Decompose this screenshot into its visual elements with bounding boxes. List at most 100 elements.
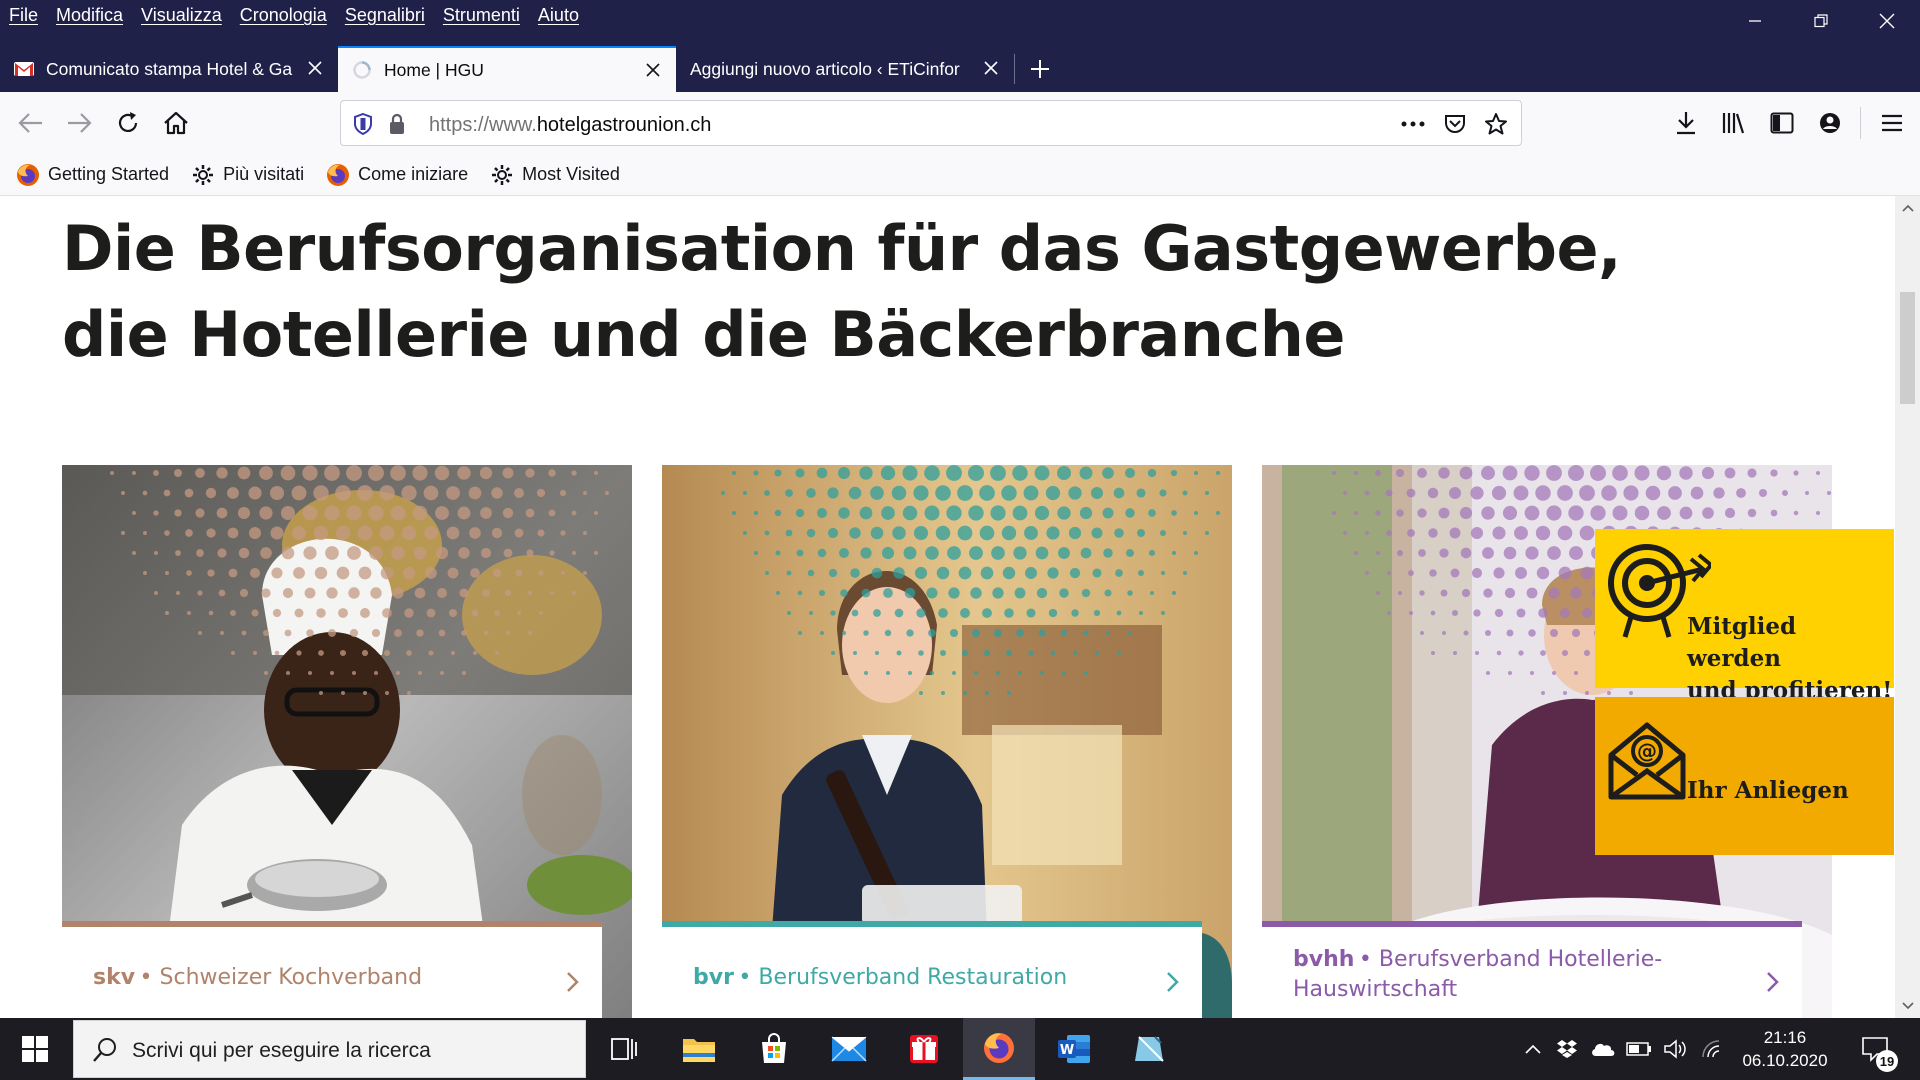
show-hidden-icons-button[interactable] bbox=[1518, 1018, 1548, 1080]
back-button[interactable] bbox=[14, 107, 46, 139]
tray-volume[interactable] bbox=[1660, 1018, 1690, 1080]
card-separator: • bbox=[1358, 947, 1379, 972]
taskbar-search-box[interactable]: Scrivi qui per eseguire la ricerca bbox=[73, 1020, 586, 1078]
menu-view[interactable]: Visualizza bbox=[141, 5, 222, 26]
tray-network[interactable] bbox=[1696, 1018, 1726, 1080]
menu-tools[interactable]: Strumenti bbox=[443, 5, 520, 26]
card-name: Berufsverband Restauration bbox=[758, 965, 1068, 990]
tracking-shield-icon[interactable] bbox=[351, 112, 375, 136]
card-abbr: bvhh bbox=[1293, 947, 1355, 972]
chevron-right-icon bbox=[1767, 972, 1779, 992]
taskbar-mail[interactable] bbox=[813, 1018, 885, 1080]
gear-icon bbox=[490, 163, 514, 187]
close-tab-button[interactable] bbox=[980, 57, 1002, 79]
dropbox-icon bbox=[1557, 1040, 1577, 1058]
bookmark-most-visited[interactable]: Most Visited bbox=[490, 163, 620, 187]
menu-edit[interactable]: Modifica bbox=[56, 5, 123, 26]
cta-member-line-1: Mitglied werden bbox=[1687, 613, 1797, 672]
contact-button[interactable]: @ Ihr Anliegen bbox=[1595, 697, 1894, 855]
action-center-button[interactable]: 19 bbox=[1850, 1018, 1900, 1080]
speaker-icon bbox=[1664, 1039, 1686, 1059]
gmail-icon bbox=[14, 59, 34, 79]
card-separator: • bbox=[738, 965, 759, 990]
url-text[interactable]: https://www.hotelgastrounion.ch bbox=[429, 114, 711, 137]
lock-icon[interactable] bbox=[385, 112, 409, 136]
tab-hgu-home[interactable]: Home | HGU bbox=[338, 46, 676, 92]
email-at-icon: @ bbox=[1608, 722, 1686, 800]
tab-eticinfo[interactable]: Aggiungi nuovo articolo ‹ ETiCinfor bbox=[676, 46, 1014, 92]
task-view-button[interactable] bbox=[588, 1018, 660, 1080]
new-tab-button[interactable] bbox=[1015, 46, 1065, 92]
card-skv[interactable]: skv • Schweizer Kochverband bbox=[62, 465, 632, 1018]
reload-button[interactable] bbox=[112, 107, 144, 139]
account-icon bbox=[1820, 113, 1840, 133]
folder-icon bbox=[683, 1039, 715, 1062]
taskbar-firefox[interactable] bbox=[963, 1018, 1035, 1080]
taskbar-store[interactable] bbox=[738, 1018, 810, 1080]
bookmark-label: Most Visited bbox=[522, 164, 620, 184]
account-button[interactable] bbox=[1814, 107, 1846, 139]
sticky-notes-icon bbox=[1135, 1036, 1164, 1062]
tray-dropbox[interactable] bbox=[1552, 1018, 1582, 1080]
scrollbar-thumb[interactable] bbox=[1900, 292, 1915, 404]
arrow-right-icon bbox=[68, 113, 92, 133]
card-bvr[interactable]: bvr • Berufsverband Restauration bbox=[662, 465, 1232, 1018]
hamburger-menu-icon bbox=[1882, 114, 1902, 132]
bookmark-getting-started[interactable]: Getting Started bbox=[16, 163, 169, 187]
card-caption: skv • Schweizer Kochverband bbox=[62, 921, 602, 1018]
minimize-button[interactable] bbox=[1722, 0, 1788, 42]
bookmark-label: Più visitati bbox=[223, 164, 305, 184]
close-tab-button[interactable] bbox=[304, 57, 326, 79]
tray-onedrive[interactable] bbox=[1588, 1018, 1618, 1080]
bookmark-piu-visitati[interactable]: Più visitati bbox=[191, 163, 304, 187]
start-button[interactable] bbox=[0, 1018, 70, 1080]
bookmark-star-icon[interactable] bbox=[1484, 112, 1508, 136]
tab-label: Aggiungi nuovo articolo ‹ ETiCinfor bbox=[690, 58, 960, 79]
tray-battery[interactable] bbox=[1624, 1018, 1654, 1080]
forward-button[interactable] bbox=[64, 107, 96, 139]
taskbar-search-placeholder: Scrivi qui per eseguire la ricerca bbox=[132, 1039, 431, 1062]
taskbar-file-explorer[interactable] bbox=[663, 1018, 735, 1080]
restore-button[interactable] bbox=[1788, 0, 1854, 42]
tab-strip: Comunicato stampa Hotel & Ga Home | HGU … bbox=[0, 46, 1065, 92]
vertical-scrollbar[interactable] bbox=[1895, 196, 1920, 1018]
taskbar-clock[interactable]: 21:16 06.10.2020 bbox=[1730, 1026, 1840, 1072]
headline-line-1: Die Berufsorganisation für das Gastgewer… bbox=[62, 212, 1622, 285]
toolbar-divider bbox=[1860, 107, 1861, 139]
close-window-button[interactable] bbox=[1854, 0, 1920, 42]
menu-file[interactable]: File bbox=[9, 5, 38, 26]
firefox-icon bbox=[16, 163, 40, 187]
close-tab-button[interactable] bbox=[642, 59, 664, 81]
gift-icon bbox=[910, 1035, 938, 1063]
menu-history[interactable]: Cronologia bbox=[240, 5, 327, 26]
menu-help[interactable]: Aiuto bbox=[538, 5, 579, 26]
library-button[interactable] bbox=[1718, 107, 1750, 139]
chevron-up-icon bbox=[1525, 1044, 1541, 1054]
home-icon bbox=[164, 111, 188, 135]
home-button[interactable] bbox=[160, 107, 192, 139]
taskbar-gift-app[interactable] bbox=[888, 1018, 960, 1080]
menu-bookmarks[interactable]: Segnalibri bbox=[345, 5, 425, 26]
page-viewport: Die Berufsorganisation für das Gastgewer… bbox=[0, 196, 1920, 1018]
downloads-button[interactable] bbox=[1670, 107, 1702, 139]
pocket-icon[interactable] bbox=[1443, 112, 1467, 136]
tab-gmail[interactable]: Comunicato stampa Hotel & Ga bbox=[0, 46, 338, 92]
gear-icon bbox=[191, 163, 215, 187]
page-headline: Die Berufsorganisation für das Gastgewer… bbox=[62, 206, 1622, 378]
taskbar-notes-app[interactable] bbox=[1113, 1018, 1185, 1080]
bookmark-come-iniziare[interactable]: Come iniziare bbox=[326, 163, 468, 187]
sidebar-button[interactable] bbox=[1766, 107, 1798, 139]
address-bar[interactable]: https://www.hotelgastrounion.ch bbox=[340, 100, 1522, 146]
card-name-line-1: Berufsverband Hotellerie- bbox=[1378, 947, 1663, 972]
task-view-icon bbox=[611, 1038, 637, 1060]
taskbar-word[interactable]: W bbox=[1038, 1018, 1110, 1080]
minimize-icon bbox=[1749, 20, 1761, 22]
scroll-up-arrow-icon[interactable] bbox=[1902, 204, 1914, 212]
sidebar-icon bbox=[1770, 112, 1794, 134]
app-menu-button[interactable] bbox=[1876, 107, 1908, 139]
scroll-down-arrow-icon[interactable] bbox=[1902, 1002, 1914, 1010]
url-domain: hotelgastrounion.ch bbox=[536, 114, 712, 136]
browser-titlebar: File Modifica Visualizza Cronologia Segn… bbox=[0, 0, 1920, 92]
become-member-button[interactable]: Mitglied werden und profitieren! bbox=[1595, 529, 1894, 704]
more-actions-icon[interactable] bbox=[1401, 112, 1425, 136]
